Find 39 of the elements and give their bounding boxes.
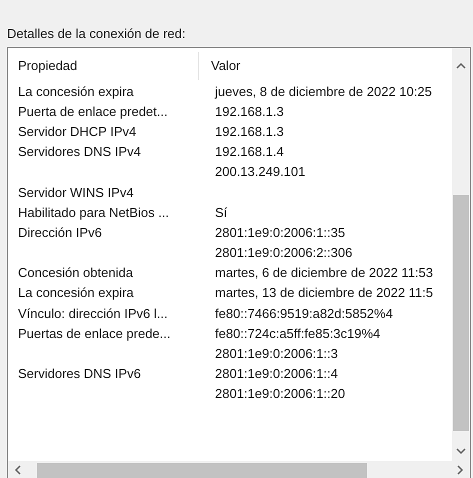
property-value: Sí: [215, 204, 228, 220]
details-list[interactable]: [7, 47, 471, 478]
scroll-right-icon[interactable]: [457, 464, 464, 474]
property-value: martes, 13 de diciembre de 2022 11:5: [215, 285, 434, 300]
property-name: La concesión expira: [18, 84, 134, 99]
column-header[interactable]: Propiedad: [12, 52, 199, 80]
property-value: 192.168.1.3: [215, 104, 284, 119]
horizontal-scrollbar[interactable]: [8, 461, 470, 478]
property-value: 2801:1e9:0:2006:1::3: [215, 346, 338, 362]
scroll-left-icon[interactable]: [14, 464, 21, 474]
property-name: Servidores DNS IPv6: [18, 366, 141, 382]
property-value: martes, 6 de diciembre de 2022 11:53: [215, 265, 434, 280]
vertical-scrollbar[interactable]: [452, 48, 470, 461]
property-value: 192.168.1.4: [215, 144, 284, 160]
property-value: fe80::724c:a5ff:fe85:3c19%4: [215, 326, 380, 341]
property-name: La concesión expira: [18, 285, 134, 300]
property-value: 2801:1e9:0:2006:1::20: [215, 386, 346, 402]
property-name: Servidor DHCP IPv4: [18, 124, 136, 139]
property-value: 200.13.249.101: [215, 164, 306, 180]
scroll-thumb[interactable]: [37, 463, 367, 478]
property-name: Concesión obtenida: [18, 265, 133, 280]
section-label: Detalles de la conexión de red:: [7, 26, 186, 41]
property-value: 2801:1e9:0:2006:1::4: [215, 366, 338, 382]
property-name: Vínculo: dirección IPv6 l...: [18, 306, 168, 321]
property-value: jueves, 8 de diciembre de 2022 10:25: [215, 84, 432, 99]
property-name: Dirección IPv6: [18, 224, 102, 240]
property-value: fe80::7466:9519:a82d:5852%4: [215, 306, 393, 321]
property-name: Habilitado para NetBios ...: [18, 204, 170, 220]
column-header[interactable]: Valor: [205, 52, 240, 80]
property-name: Puertas de enlace prede...: [18, 326, 170, 341]
property-name: Servidores DNS IPv4: [18, 144, 141, 160]
property-name: Servidor WINS IPv4: [18, 184, 134, 200]
property-value: 192.168.1.3: [215, 124, 284, 139]
scroll-thumb[interactable]: [453, 195, 469, 431]
property-value: 2801:1e9:0:2006:1::35: [215, 224, 346, 240]
scroll-up-icon[interactable]: [456, 62, 466, 69]
property-value: 2801:1e9:0:2006:2::306: [215, 245, 352, 260]
property-name: Puerta de enlace predet...: [18, 104, 168, 119]
scroll-down-icon[interactable]: [456, 448, 466, 455]
